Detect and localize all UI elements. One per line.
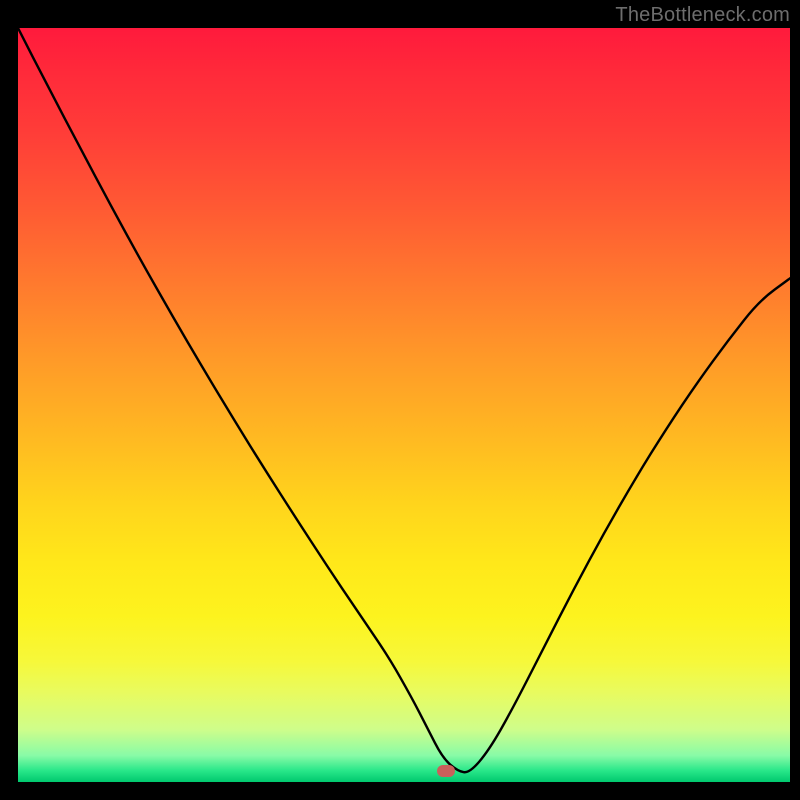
attribution-text: TheBottleneck.com (615, 4, 790, 27)
plot-area (18, 28, 790, 782)
optimal-marker (437, 765, 455, 777)
bottleneck-curve (18, 28, 790, 782)
chart-frame: TheBottleneck.com (0, 0, 800, 800)
